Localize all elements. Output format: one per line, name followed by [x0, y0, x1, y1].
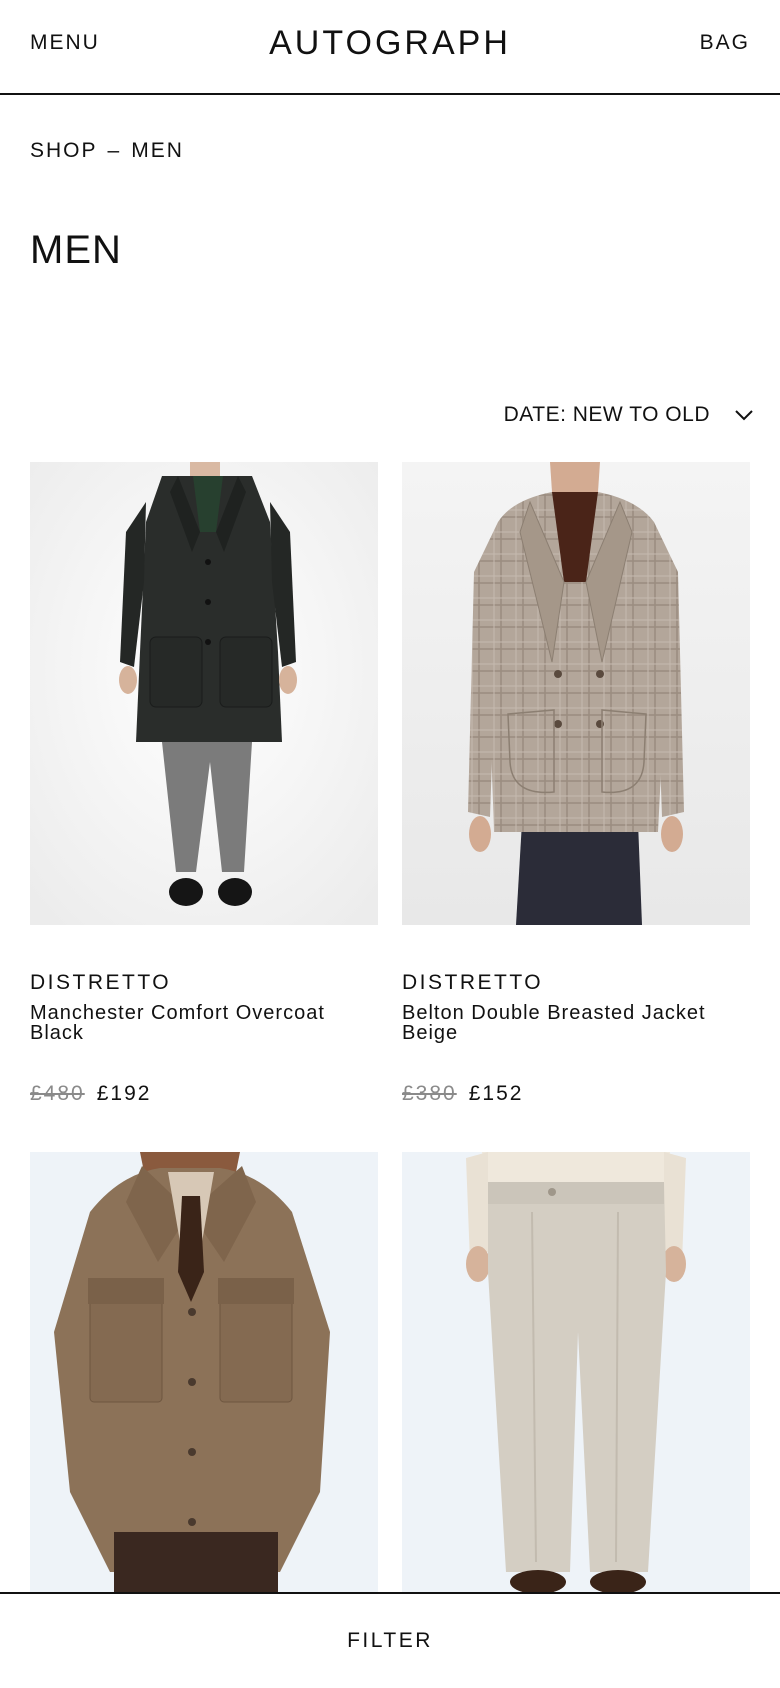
product-name[interactable]: Belton Double Breasted Jacket Beige	[402, 1003, 742, 1043]
site-logo[interactable]: AUTOGRAPH	[0, 24, 780, 63]
breadcrumb-item-shop[interactable]: SHOP	[30, 139, 98, 162]
product-card[interactable]: DISTRETTO Manchester Comfort Overcoat Bl…	[30, 462, 378, 1112]
original-price: £380	[402, 1082, 457, 1105]
sort-selected-value: DATE: NEW TO OLD	[503, 403, 710, 426]
filter-button[interactable]: FILTER	[0, 1592, 780, 1688]
product-brand: DISTRETTO	[30, 971, 172, 994]
product-name[interactable]: Manchester Comfort Overcoat Black	[30, 1003, 370, 1043]
product-price: £480 £192	[30, 1082, 151, 1106]
product-card[interactable]: DISTRETTO Belton Double Breasted Jacket …	[402, 462, 750, 1112]
sort-dropdown[interactable]: DATE: NEW TO OLD	[504, 403, 754, 427]
product-card[interactable]	[30, 1152, 378, 1592]
sale-price: £152	[468, 1082, 524, 1105]
original-price: £480	[30, 1082, 85, 1105]
breadcrumb-separator: –	[107, 139, 122, 162]
sale-price: £192	[96, 1082, 152, 1105]
breadcrumb-item-men[interactable]: MEN	[131, 139, 184, 162]
breadcrumb: SHOP – MEN	[30, 139, 184, 163]
chevron-down-icon	[735, 410, 753, 421]
product-image[interactable]	[402, 462, 750, 925]
page-title: MEN	[30, 228, 122, 272]
product-card[interactable]	[402, 1152, 750, 1592]
product-image[interactable]	[30, 1152, 378, 1592]
product-brand: DISTRETTO	[402, 971, 544, 994]
bag-button[interactable]: BAG	[700, 31, 750, 55]
product-price: £380 £152	[402, 1082, 523, 1106]
product-image[interactable]	[402, 1152, 750, 1592]
filter-label: FILTER	[347, 1629, 433, 1652]
site-header: MENU AUTOGRAPH BAG	[0, 0, 780, 95]
product-image[interactable]	[30, 462, 378, 925]
